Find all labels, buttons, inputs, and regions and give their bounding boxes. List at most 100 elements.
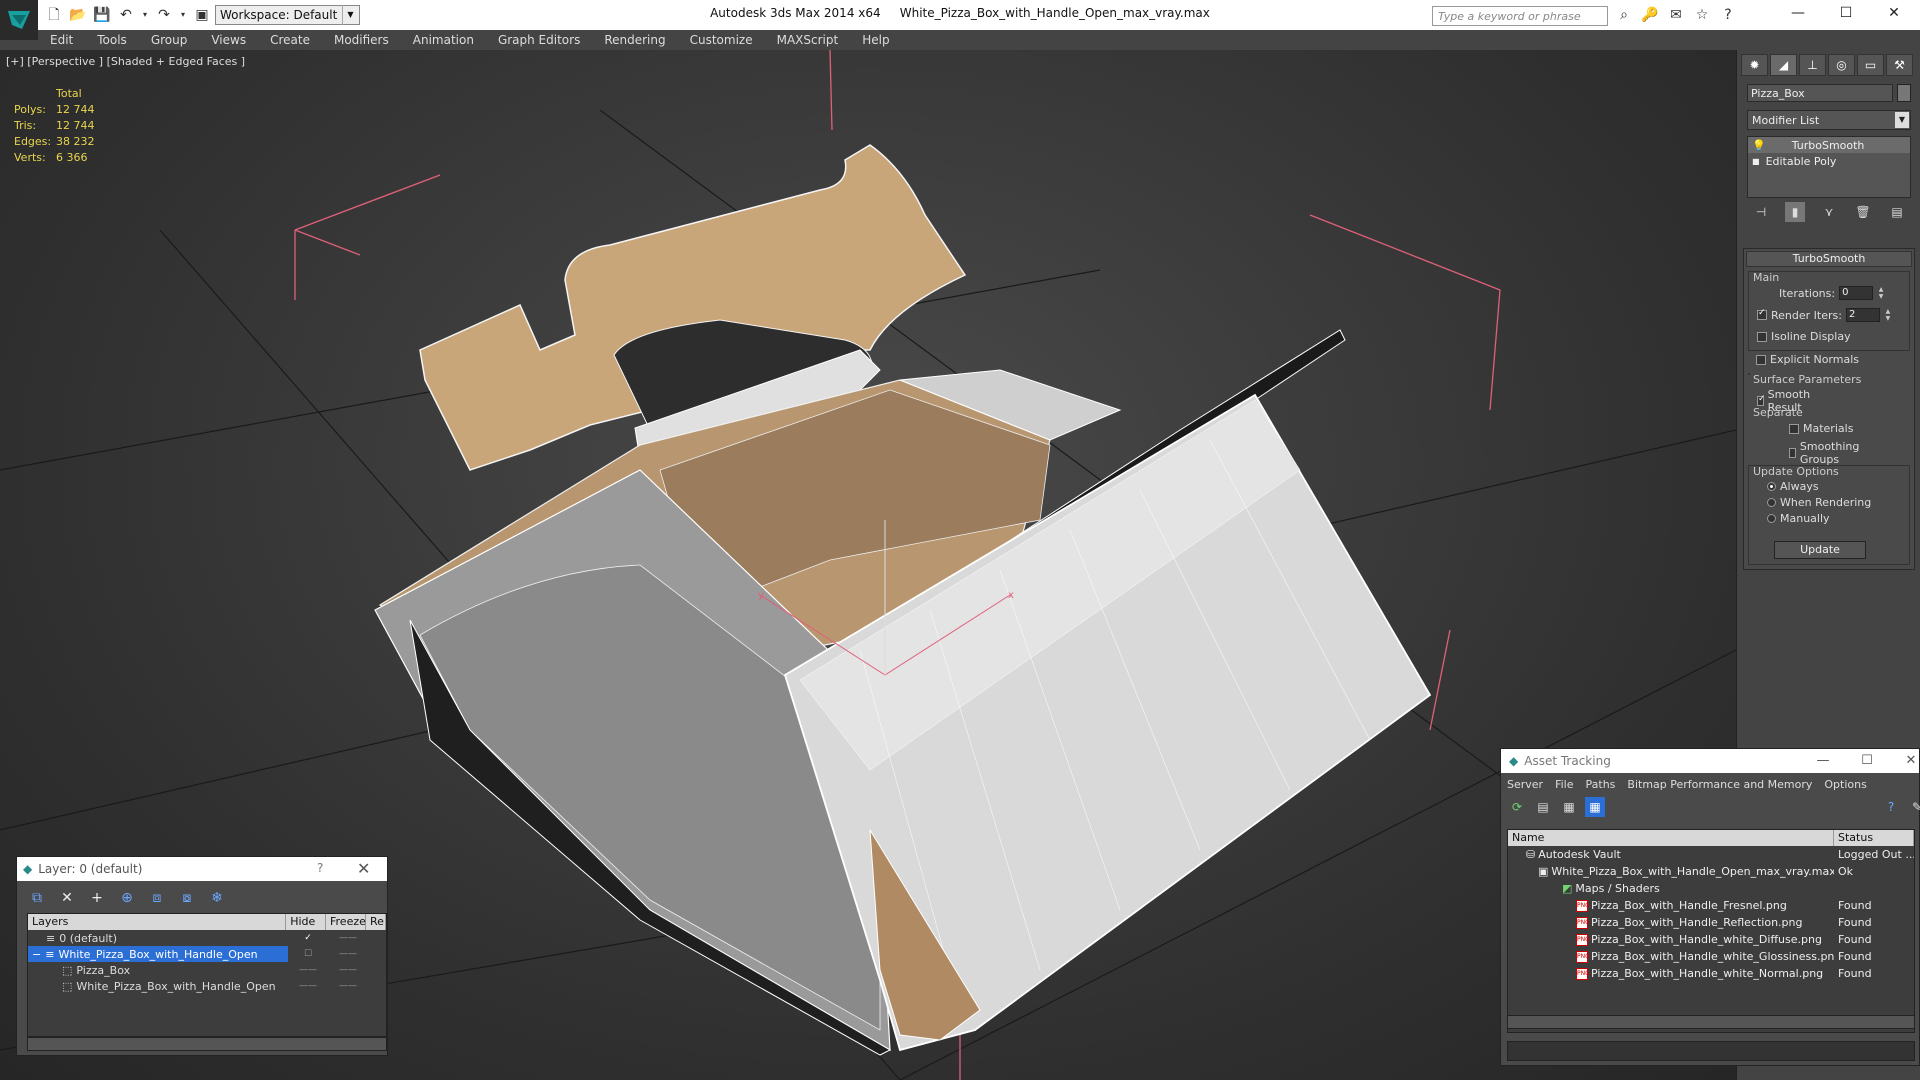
iterations-spinner[interactable]: 0 [1839, 286, 1874, 300]
open-file-icon[interactable]: 📂 [68, 5, 88, 25]
configure-modifier-sets-icon[interactable]: ▤ [1887, 202, 1907, 222]
lightbulb-icon[interactable]: 💡 [1752, 139, 1766, 152]
help-icon[interactable]: ? [1881, 797, 1901, 817]
stack-item-turbosmooth[interactable]: 💡 TurboSmooth [1748, 137, 1910, 153]
highlight-layer-icon[interactable]: ⧈ [147, 888, 167, 908]
search-input[interactable]: Type a keyword or phrase [1432, 6, 1608, 26]
layer-dialog-titlebar[interactable]: ◆ Layer: 0 (default) [17, 857, 387, 881]
project-folder-icon[interactable]: ▣ [192, 5, 212, 25]
refresh-icon[interactable]: ⟳ [1507, 797, 1527, 817]
communication-icon[interactable]: ✉ [1666, 5, 1686, 25]
hide-toggle[interactable]: ☐ [288, 949, 328, 959]
explicit-normals-checkbox[interactable] [1756, 354, 1766, 365]
rollout-header[interactable]: TurboSmooth [1746, 251, 1912, 267]
asset-path-field[interactable] [1507, 1041, 1915, 1061]
stack-item-editable-poly[interactable]: ■ Editable Poly [1748, 153, 1910, 169]
binoculars-icon[interactable]: ⌕ [1614, 5, 1634, 25]
horizontal-scrollbar[interactable] [27, 1037, 387, 1051]
asset-row[interactable]: ⛁ Autodesk Vault Logged Out ... [1508, 846, 1914, 863]
update-button[interactable]: Update [1774, 541, 1866, 559]
menu-server[interactable]: Server [1501, 778, 1549, 791]
spinner-arrows-icon[interactable]: ▲ ▼ [1877, 286, 1885, 300]
modifier-list-dropdown[interactable]: Modifier List [1747, 110, 1911, 130]
add-to-layer-icon[interactable]: + [87, 888, 107, 908]
highlight-icon[interactable]: ✎ [1907, 797, 1920, 817]
freeze-toggle[interactable]: —— [328, 981, 368, 991]
help-icon[interactable]: ? [1718, 5, 1738, 25]
layer-row[interactable]: ⬚ White_Pizza_Box_with_Handle_Open —— —— [28, 978, 386, 994]
subscription-icon[interactable]: 🔑 [1640, 5, 1660, 25]
display-tab-icon[interactable]: ▭ [1857, 54, 1884, 76]
menu-maxscript[interactable]: MAXScript [765, 33, 851, 47]
close-icon[interactable]: ✕ [1870, 0, 1918, 26]
minimize-icon[interactable]: — [1774, 0, 1822, 26]
column-name[interactable]: Name [1508, 830, 1834, 846]
asset-row[interactable]: ◩ Maps / Shaders [1508, 880, 1914, 897]
column-render[interactable]: Re [366, 914, 386, 930]
redo-dropdown-icon[interactable]: ▾ [178, 5, 188, 25]
close-icon[interactable]: ✕ [1889, 749, 1920, 773]
menu-modifiers[interactable]: Modifiers [322, 33, 401, 47]
freeze-toggle[interactable]: —— [328, 949, 368, 959]
always-radio[interactable] [1767, 482, 1776, 491]
menu-create[interactable]: Create [258, 33, 322, 47]
menu-file[interactable]: File [1549, 778, 1579, 791]
manually-radio[interactable] [1767, 514, 1776, 523]
modify-tab-icon[interactable]: ◢ [1770, 54, 1797, 76]
chevron-down-icon[interactable]: ▼ [1895, 112, 1909, 128]
menu-paths[interactable]: Paths [1580, 778, 1622, 791]
redo-icon[interactable]: ↷ [154, 5, 174, 25]
object-name-field[interactable]: Pizza_Box [1747, 84, 1893, 102]
menu-help[interactable]: Help [850, 33, 901, 47]
table-view-icon[interactable]: ▦ [1585, 797, 1605, 817]
create-layer-icon[interactable]: ⧉ [27, 888, 47, 908]
hide-toggle[interactable]: —— [288, 965, 328, 975]
chevron-down-icon[interactable]: ▼ [342, 5, 358, 25]
menu-bitmap-performance[interactable]: Bitmap Performance and Memory [1621, 778, 1818, 791]
column-freeze[interactable]: Freeze [326, 914, 366, 930]
make-unique-icon[interactable]: ⋎ [1819, 202, 1839, 222]
menu-rendering[interactable]: Rendering [592, 33, 677, 47]
asset-row[interactable]: PNG Pizza_Box_with_Handle_white_Normal.pn… [1508, 965, 1914, 982]
asset-row[interactable]: PNG Pizza_Box_with_Handle_white_Diffuse.p… [1508, 931, 1914, 948]
tree-view-icon[interactable]: ▦ [1559, 797, 1579, 817]
column-layers[interactable]: Layers [28, 914, 287, 930]
smoothing-groups-checkbox[interactable] [1789, 448, 1796, 458]
smooth-result-checkbox[interactable] [1757, 394, 1765, 406]
when-rendering-radio[interactable] [1767, 498, 1776, 507]
collapse-minus-icon[interactable]: − [32, 948, 41, 961]
select-objects-in-layer-icon[interactable]: ⊕ [117, 888, 137, 908]
column-status[interactable]: Status [1834, 830, 1914, 846]
show-end-result-icon[interactable]: ▮ [1785, 202, 1805, 222]
layer-row[interactable]: ≡ 0 (default) ✓ —— [28, 930, 386, 946]
menu-animation[interactable]: Animation [401, 33, 486, 47]
freeze-all-layers-icon[interactable]: ❄ [207, 888, 227, 908]
hide-all-layers-icon[interactable]: ⧇ [177, 888, 197, 908]
menu-customize[interactable]: Customize [678, 33, 765, 47]
undo-icon[interactable]: ↶ [116, 5, 136, 25]
column-hide[interactable]: Hide [286, 914, 326, 930]
materials-checkbox[interactable] [1789, 423, 1799, 434]
isoline-checkbox[interactable] [1757, 331, 1767, 342]
new-file-icon[interactable]: 🗋 [44, 5, 64, 25]
help-icon[interactable]: ? [317, 861, 323, 875]
remove-modifier-icon[interactable]: 🗑 [1853, 202, 1873, 222]
expand-plus-icon[interactable]: ■ [1752, 157, 1760, 166]
menu-graph-editors[interactable]: Graph Editors [486, 33, 592, 47]
object-color-swatch[interactable] [1897, 84, 1911, 102]
layer-row[interactable]: ⬚ Pizza_Box —— —— [28, 962, 386, 978]
asset-row[interactable]: PNG Pizza_Box_with_Handle_white_Glossines… [1508, 948, 1914, 965]
close-icon[interactable]: ✕ [357, 859, 370, 878]
freeze-toggle[interactable]: —— [328, 933, 368, 943]
asset-row[interactable]: PNG Pizza_Box_with_Handle_Fresnel.png Foun… [1508, 897, 1914, 914]
create-tab-icon[interactable]: ✹ [1741, 54, 1768, 76]
3dsmax-logo-icon[interactable] [0, 0, 38, 40]
hide-toggle[interactable]: —— [288, 981, 328, 991]
asset-row[interactable]: ▣ White_Pizza_Box_with_Handle_Open_max_vr… [1508, 863, 1914, 880]
hierarchy-tab-icon[interactable]: ⊥ [1799, 54, 1826, 76]
maximize-icon[interactable]: ☐ [1845, 749, 1889, 773]
pin-stack-icon[interactable]: ⊣ [1751, 202, 1771, 222]
menu-views[interactable]: Views [199, 33, 258, 47]
viewport-label[interactable]: [+] [Perspective ] [Shaded + Edged Faces… [6, 55, 245, 68]
maximize-icon[interactable]: ☐ [1822, 0, 1870, 26]
